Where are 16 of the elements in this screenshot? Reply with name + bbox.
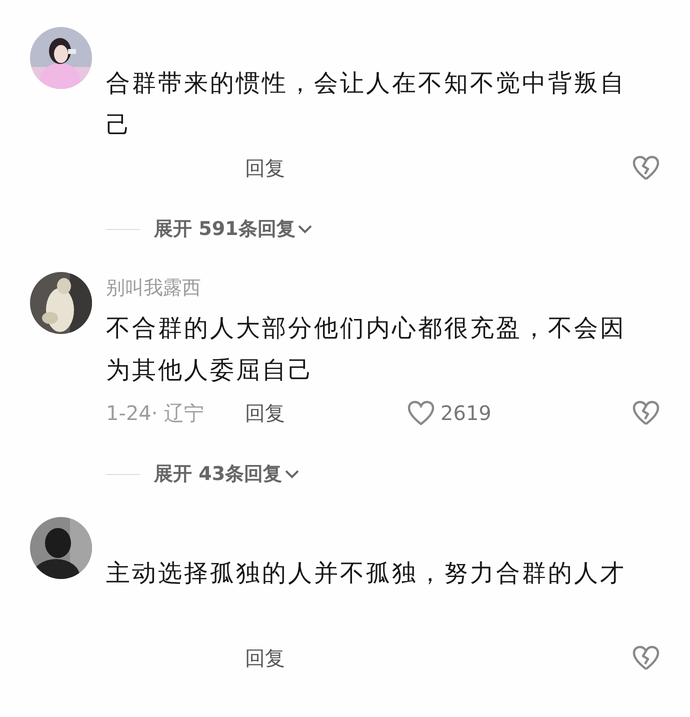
broken-heart-icon[interactable] bbox=[632, 644, 660, 672]
comment-date-location: 1-24· 辽宁 bbox=[106, 400, 204, 424]
comment-text: 不合群的人大部分他们内心都很充盈，不会因为其他人委屈自己 bbox=[106, 313, 627, 386]
comment-text: 主动选择孤独的人并不孤独，努力合群的人才 bbox=[106, 558, 627, 589]
expand-replies-button[interactable]: 展开 591条回复 bbox=[154, 216, 314, 242]
expand-replies-button[interactable]: 展开 43条回复 bbox=[154, 461, 300, 487]
like-count: 2619 bbox=[440, 401, 492, 425]
comment-text: 合群带来的惯性，会让人在不知不觉中背叛自己 bbox=[106, 68, 627, 141]
chevron-down-icon bbox=[297, 224, 314, 234]
reply-link[interactable]: 回复 bbox=[245, 154, 285, 182]
broken-heart-icon[interactable] bbox=[632, 399, 660, 427]
reply-link[interactable]: 回复 bbox=[245, 644, 285, 672]
reply-link[interactable]: 回复 bbox=[245, 400, 285, 426]
heart-icon[interactable] bbox=[406, 400, 434, 426]
chevron-down-icon bbox=[284, 469, 300, 479]
broken-heart-icon[interactable] bbox=[632, 154, 660, 182]
